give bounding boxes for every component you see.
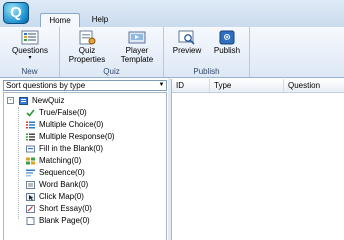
preview-icon	[178, 30, 196, 45]
publish-button[interactable]: Q Publish	[208, 30, 246, 55]
ribbon-group-label-publish: Publish	[193, 67, 220, 76]
publish-icon: Q	[218, 30, 236, 45]
tree-item-label: Sequence(0)	[39, 168, 85, 177]
quiz-properties-label: Quiz Properties	[68, 46, 106, 64]
quiz-properties-icon	[78, 30, 96, 45]
matching-icon	[26, 157, 35, 165]
tree-item-label: Short Essay(0)	[39, 204, 92, 213]
tree-item-label: Multiple Response(0)	[39, 132, 115, 141]
tree-item-label: Matching(0)	[39, 156, 82, 165]
app-logo-button[interactable]: Q	[3, 2, 29, 24]
player-template-icon	[128, 30, 146, 45]
publish-label: Publish	[213, 46, 241, 55]
quiz-properties-button[interactable]: Quiz Properties	[64, 30, 110, 64]
sort-select-value: Sort questions by type	[6, 81, 86, 90]
short-essay-icon	[26, 205, 35, 213]
column-header-question[interactable]: Question	[284, 79, 344, 92]
ribbon-group-new: Questions ▾ New	[0, 27, 60, 77]
chevron-down-icon: ▾	[28, 55, 32, 61]
svg-text:Q: Q	[225, 35, 229, 41]
sequence-icon	[26, 169, 35, 177]
blank-page-icon	[26, 217, 35, 225]
chevron-down-icon: ▼	[158, 82, 165, 88]
word-bank-icon	[26, 181, 35, 189]
multiple-choice-icon	[26, 121, 35, 129]
quiz-icon	[19, 97, 28, 105]
tree-item-label: Click Map(0)	[39, 192, 84, 201]
click-map-icon	[26, 193, 35, 201]
tab-help[interactable]: Help	[86, 13, 114, 27]
ribbon-group-publish: Preview Q Publish Publish	[164, 27, 250, 77]
column-header-id[interactable]: ID	[172, 79, 210, 92]
tree-item-label: Fill in the Blank(0)	[39, 144, 104, 153]
tab-home[interactable]: Home	[40, 13, 80, 28]
ribbon-group-quiz: Quiz Properties Player Template Quiz	[60, 27, 164, 77]
questions-button-label: Questions	[11, 46, 49, 55]
tree-connector-line	[18, 107, 19, 219]
player-template-button[interactable]: Player Template	[114, 30, 160, 64]
preview-button[interactable]: Preview	[168, 30, 206, 55]
multiple-response-icon	[26, 133, 35, 141]
tree-item-label: Word Bank(0)	[39, 180, 89, 189]
sort-questions-select[interactable]: Sort questions by type ▼	[3, 80, 167, 91]
column-header-type[interactable]: Type	[210, 79, 284, 92]
app-logo-letter: Q	[10, 4, 22, 21]
questions-button[interactable]: Questions ▾	[4, 30, 56, 61]
ribbon-group-label-new: New	[21, 67, 38, 76]
tree-item-label: Blank Page(0)	[39, 216, 90, 225]
question-list: ID Type Question	[171, 79, 344, 240]
ribbon-group-label-quiz: Quiz	[103, 67, 120, 76]
tree-item-label: Multiple Choice(0)	[39, 120, 104, 129]
question-tree: - NewQuiz True/False(0) Multiple Choice(0…	[3, 92, 167, 240]
fill-blank-icon	[26, 145, 35, 153]
tree-root-label: NewQuiz	[32, 96, 65, 105]
tree-collapse-toggle[interactable]: -	[7, 97, 14, 104]
questions-icon	[21, 30, 39, 45]
tree-item-label: True/False(0)	[39, 108, 87, 117]
preview-label: Preview	[172, 46, 202, 55]
list-header: ID Type Question	[172, 79, 344, 93]
true-false-icon	[26, 109, 35, 117]
player-template-label: Player Template	[120, 46, 154, 64]
